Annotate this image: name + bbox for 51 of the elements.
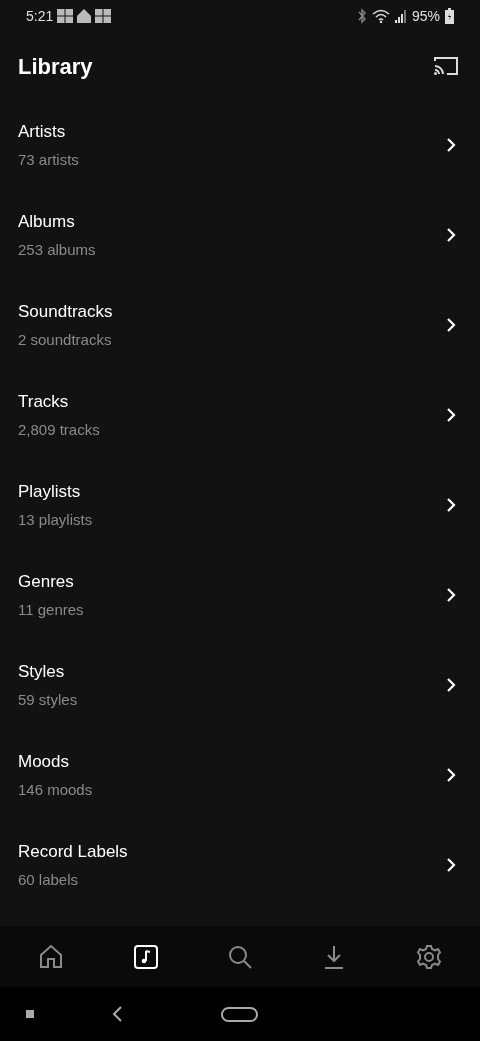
home-button[interactable] (221, 1006, 258, 1022)
item-title: Styles (18, 661, 66, 683)
bluetooth-icon (356, 8, 367, 24)
signal-icon (394, 9, 407, 23)
library-item[interactable]: Soundtracks 2 soundtracks (0, 280, 480, 370)
item-count: 2,809 tracks (18, 419, 100, 440)
item-title: Tracks (18, 391, 70, 413)
battery-icon (445, 8, 454, 24)
chevron-right-icon (446, 137, 456, 153)
library-item[interactable]: Artists 73 artists (0, 100, 480, 190)
item-title: Artists (18, 121, 67, 143)
item-title: Soundtracks (18, 301, 113, 323)
settings-icon[interactable] (414, 942, 443, 971)
chevron-right-icon (446, 317, 456, 333)
item-title: Albums (18, 211, 76, 233)
window-icon (95, 9, 112, 23)
item-count: 253 albums (18, 239, 96, 260)
cast-icon[interactable] (433, 56, 459, 76)
item-count: 13 playlists (18, 509, 93, 530)
music-note-icon[interactable] (131, 942, 160, 971)
library-item[interactable]: Styles 59 styles (0, 640, 480, 730)
item-count: 2 soundtracks (18, 329, 113, 350)
library-item[interactable]: Playlists 13 playlists (0, 460, 480, 550)
battery-percent: 95% (411, 6, 440, 26)
chevron-right-icon (446, 407, 456, 423)
house-icon (77, 9, 92, 23)
page-title: Library (18, 52, 93, 81)
chevron-right-icon (446, 677, 456, 693)
item-count: 60 labels (18, 869, 80, 890)
library-item[interactable]: Genres 11 genres (0, 550, 480, 640)
library-item[interactable]: Record Labels 60 labels (0, 820, 480, 910)
chevron-right-icon (446, 227, 456, 243)
wifi-icon (371, 9, 390, 23)
item-title: Moods (18, 751, 71, 773)
item-count: 73 artists (18, 149, 79, 170)
item-count: 59 styles (18, 689, 78, 710)
library-item[interactable]: Tracks 2,809 tracks (0, 370, 480, 460)
item-title: Genres (18, 571, 75, 593)
back-button[interactable] (111, 1005, 123, 1023)
chevron-right-icon (446, 767, 456, 783)
status-time: 5:21 (26, 6, 54, 26)
chevron-right-icon (446, 497, 456, 513)
item-title: Playlists (18, 481, 82, 503)
chevron-right-icon (446, 587, 456, 603)
item-title: Record Labels (18, 841, 128, 863)
library-item[interactable]: Albums 253 albums (0, 190, 480, 280)
library-item[interactable]: Moods 146 moods (0, 730, 480, 820)
item-count: 11 genres (18, 599, 84, 620)
item-count: 146 moods (18, 779, 93, 800)
window-icon (57, 9, 74, 23)
chevron-right-icon (446, 857, 456, 873)
